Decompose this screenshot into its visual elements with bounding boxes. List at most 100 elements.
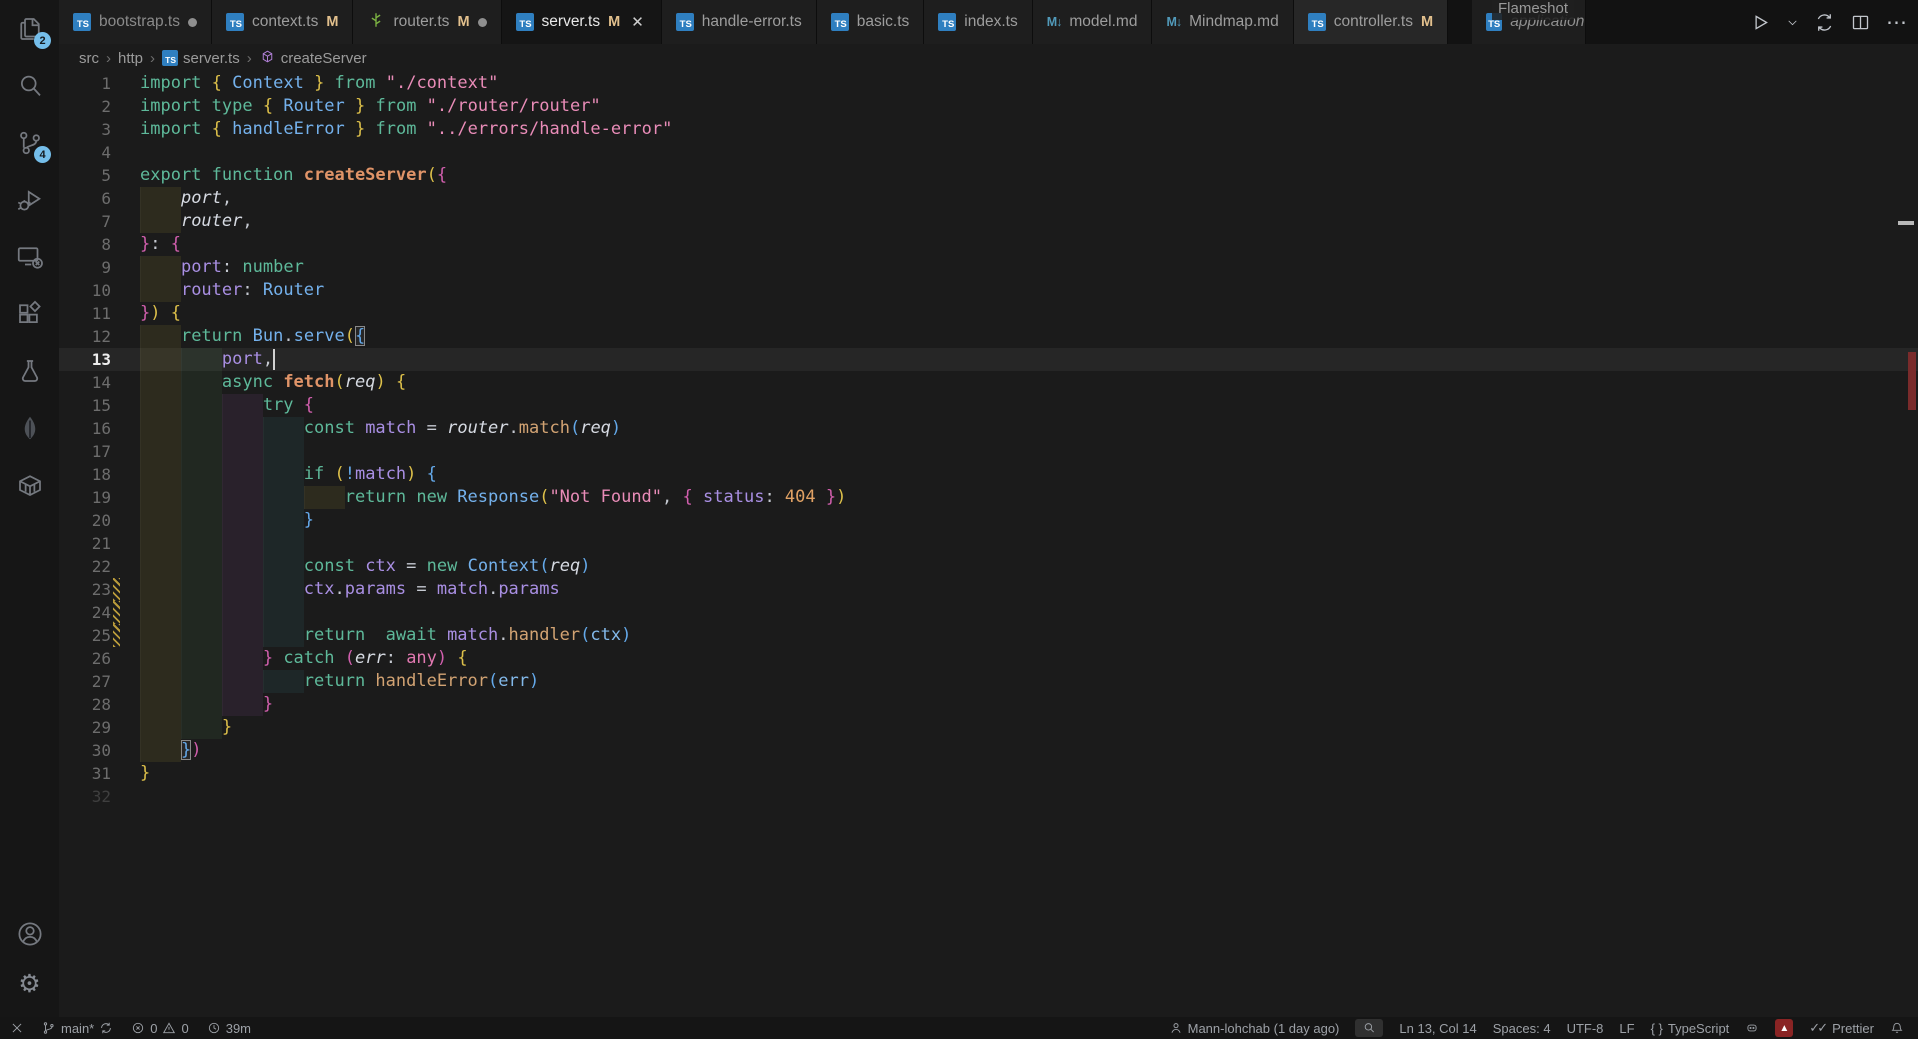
code-line-27[interactable]: 27 return handleError(err)	[59, 670, 1918, 693]
activity-settings-button[interactable]: ⚙	[0, 959, 59, 1009]
prettier-item[interactable]: ✓✓ Prettier	[1809, 1020, 1874, 1036]
magnifier-icon	[1362, 1021, 1376, 1035]
tab-index.ts[interactable]: TSindex.ts	[924, 0, 1032, 44]
modified-gutter-marker	[113, 578, 120, 601]
run-dropdown-chevron[interactable]	[1786, 16, 1799, 29]
code-line-15[interactable]: 15 try {	[59, 394, 1918, 417]
red-extension-badge[interactable]: ▲	[1775, 1019, 1793, 1037]
code-line-26[interactable]: 26 } catch (err: any) {	[59, 647, 1918, 670]
code-line-4[interactable]: 4	[59, 141, 1918, 164]
activity-source-control-button[interactable]: 4	[0, 114, 59, 171]
sync-icon	[99, 1021, 113, 1035]
activity-account-button[interactable]	[0, 909, 59, 959]
line-number: 1	[59, 72, 111, 95]
notifications-item[interactable]	[1890, 1021, 1904, 1035]
run-button[interactable]	[1750, 12, 1771, 33]
copilot-item[interactable]	[1745, 1021, 1759, 1035]
code-content: import { Context } from "./context"	[120, 72, 1918, 95]
line-number: 13	[59, 348, 111, 371]
breadcrumb-http[interactable]: http	[118, 50, 143, 67]
code-content: ctx.params = match.params	[120, 578, 1918, 601]
code-line-19[interactable]: 19 return new Response("Not Found", { st…	[59, 486, 1918, 509]
tab-Mindmap.md[interactable]: M↓Mindmap.md	[1152, 0, 1293, 44]
debug-icon	[15, 185, 45, 215]
zoom-indicator[interactable]	[1355, 1019, 1383, 1037]
code-line-12[interactable]: 12 return Bun.serve({	[59, 325, 1918, 348]
remote-explorer-icon	[15, 242, 45, 272]
code-line-13[interactable]: 13 port,	[59, 348, 1918, 371]
gutter-spacer	[113, 394, 120, 417]
close-tab-icon[interactable]: ✕	[628, 12, 647, 32]
git-blame-item[interactable]: Mann-lohchab (1 day ago)	[1169, 1021, 1340, 1036]
code-line-22[interactable]: 22 const ctx = new Context(req)	[59, 555, 1918, 578]
activity-run-and-debug-button[interactable]	[0, 171, 59, 228]
cursor-position[interactable]: Ln 13, Col 14	[1399, 1021, 1476, 1036]
git-sync-button[interactable]	[1814, 12, 1835, 33]
split-editor-button[interactable]	[1850, 12, 1871, 33]
code-line-8[interactable]: 8}: {	[59, 233, 1918, 256]
activity-extensions-button[interactable]	[0, 285, 59, 342]
code-line-29[interactable]: 29 }	[59, 716, 1918, 739]
encoding-setting[interactable]: UTF-8	[1567, 1021, 1604, 1036]
eol-setting[interactable]: LF	[1619, 1021, 1634, 1036]
code-line-18[interactable]: 18 if (!match) {	[59, 463, 1918, 486]
activity-testing-button[interactable]	[0, 342, 59, 399]
code-line-14[interactable]: 14 async fetch(req) {	[59, 371, 1918, 394]
tab-bootstrap.ts[interactable]: TSbootstrap.ts	[59, 0, 212, 44]
gutter-spacer	[113, 440, 120, 463]
code-line-10[interactable]: 10 router: Router	[59, 279, 1918, 302]
code-line-32[interactable]: 32	[59, 785, 1918, 808]
breadcrumb-createServer[interactable]: createServer	[259, 48, 367, 69]
remote-indicator-icon	[10, 1021, 24, 1035]
indentation-setting[interactable]: Spaces: 4	[1493, 1021, 1551, 1036]
testing-icon	[15, 356, 45, 386]
line-number: 23	[59, 578, 111, 601]
code-line-28[interactable]: 28 }	[59, 693, 1918, 716]
tab-controller.ts[interactable]: TScontroller.tsM	[1294, 0, 1448, 44]
code-line-3[interactable]: 3import { handleError } from "../errors/…	[59, 118, 1918, 141]
activity-explorer-button[interactable]: 2	[0, 0, 59, 57]
code-line-7[interactable]: 7 router,	[59, 210, 1918, 233]
code-line-23[interactable]: 23 ctx.params = match.params	[59, 578, 1918, 601]
tab-model.md[interactable]: M↓model.md	[1033, 0, 1153, 44]
git-branch-item[interactable]: main*	[42, 1021, 113, 1036]
activity-mongodb-button[interactable]	[0, 399, 59, 456]
code-line-17[interactable]: 17	[59, 440, 1918, 463]
tab-router.ts[interactable]: router.tsM	[353, 0, 501, 44]
time-tracker-item[interactable]: 39m	[207, 1021, 251, 1036]
problems-item[interactable]: 0 0	[131, 1021, 188, 1036]
tab-label: basic.ts	[857, 13, 910, 31]
code-content: return Bun.serve({	[120, 325, 1918, 348]
code-line-24[interactable]: 24	[59, 601, 1918, 624]
more-actions-button[interactable]: ⋯	[1886, 10, 1908, 35]
activity-search-button[interactable]	[0, 57, 59, 114]
activity-remote-explorer-button[interactable]	[0, 228, 59, 285]
language-mode[interactable]: { } TypeScript	[1651, 1021, 1730, 1036]
code-line-5[interactable]: 5export function createServer({	[59, 164, 1918, 187]
code-line-25[interactable]: 25 return await match.handler(ctx)	[59, 624, 1918, 647]
code-editor[interactable]: 1 import { Context } from "./context"2imp…	[59, 72, 1918, 1017]
indent-rainbow-block	[140, 440, 181, 463]
breadcrumb-src[interactable]: src	[79, 50, 99, 67]
code-line-1[interactable]: 1 import { Context } from "./context"	[59, 72, 1918, 95]
tab-context.ts[interactable]: TScontext.tsM	[212, 0, 353, 44]
code-content: router: Router	[120, 279, 1918, 302]
gutter-spacer	[113, 279, 120, 302]
code-content: export function createServer({	[120, 164, 1918, 187]
breadcrumb-server.ts[interactable]: TSserver.ts	[162, 50, 240, 67]
mongodb-icon	[15, 413, 45, 443]
code-line-11[interactable]: 11}) {	[59, 302, 1918, 325]
tab-handle-error.ts[interactable]: TShandle-error.ts	[662, 0, 817, 44]
code-line-31[interactable]: 31}	[59, 762, 1918, 785]
code-line-16[interactable]: 16 const match = router.match(req)	[59, 417, 1918, 440]
code-line-9[interactable]: 9 port: number	[59, 256, 1918, 279]
code-line-20[interactable]: 20 }	[59, 509, 1918, 532]
remote-indicator[interactable]	[10, 1021, 24, 1035]
code-line-21[interactable]: 21	[59, 532, 1918, 555]
tab-server.ts[interactable]: TSserver.tsM✕	[502, 0, 662, 44]
code-line-30[interactable]: 30 })	[59, 739, 1918, 762]
tab-basic.ts[interactable]: TSbasic.ts	[817, 0, 925, 44]
code-line-2[interactable]: 2import type { Router } from "./router/r…	[59, 95, 1918, 118]
code-line-6[interactable]: 6 port,	[59, 187, 1918, 210]
activity-containers-button[interactable]	[0, 456, 59, 513]
